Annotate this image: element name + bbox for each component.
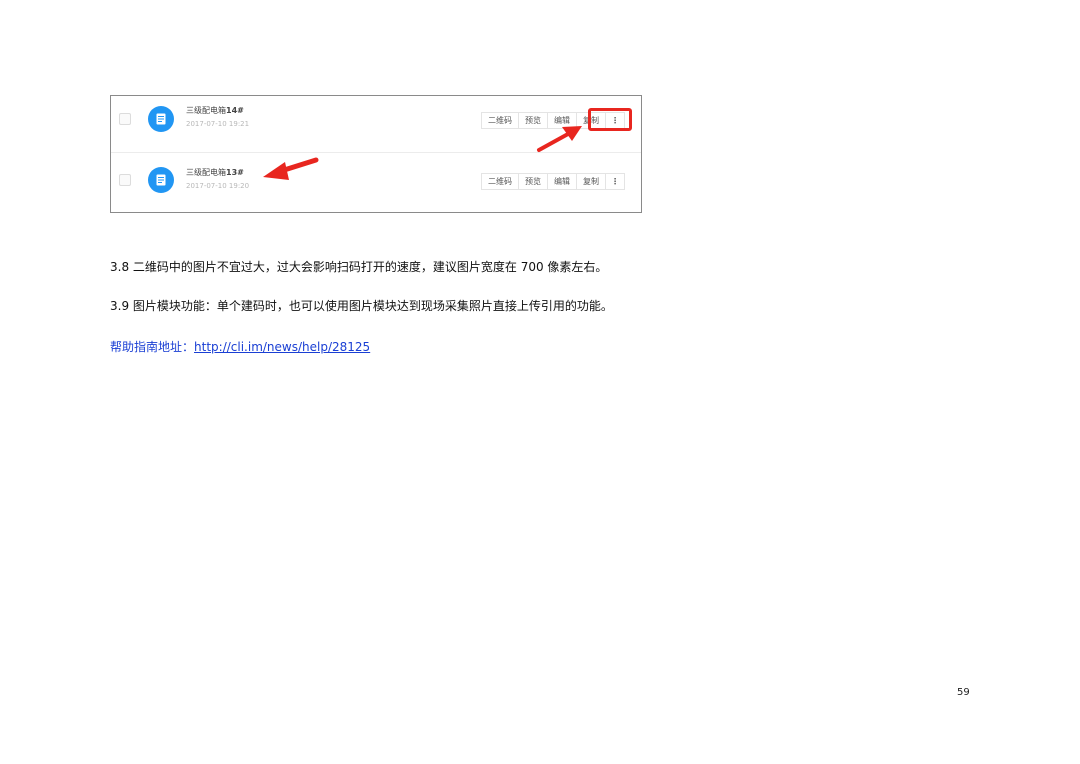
annotation-arrows — [263, 126, 582, 180]
paragraph-3-9: 3.9 图片模块功能：单个建码时，也可以使用图片模块达到现场采集照片直接上传引用… — [110, 299, 613, 313]
arrow-icon — [537, 126, 582, 152]
help-guide-line: 帮助指南地址：http://cli.im/news/help/28125 — [110, 339, 370, 355]
paragraph-3-8: 3.8 二维码中的图片不宜过大，过大会影响扫码打开的速度，建议图片宽度在 700… — [110, 260, 608, 274]
embedded-screenshot: 三级配电箱14# 2017-07-10 19:21 二维码 预览 编辑 复制 ⋮… — [110, 95, 642, 213]
help-label: 帮助指南地址： — [110, 340, 195, 354]
help-link[interactable]: http://cli.im/news/help/28125 — [194, 340, 370, 354]
arrow-icon — [263, 157, 319, 180]
page-number: 59 — [957, 687, 970, 698]
